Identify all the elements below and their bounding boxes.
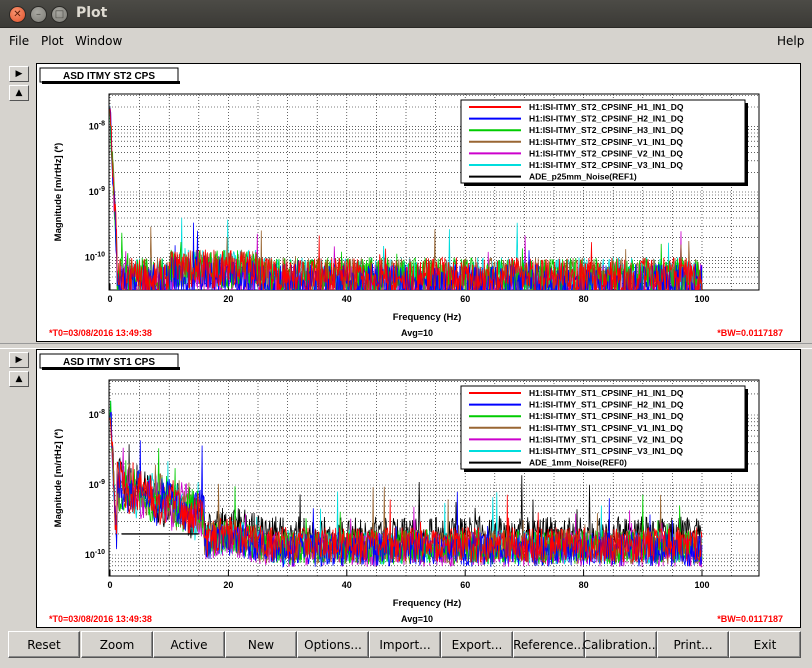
chart-st1-cps[interactable]: ASD ITMY ST1 CPS 0 20 40 60 80 100 10-8 10-9 10-1…	[37, 350, 800, 627]
x-tick-label: 0	[107, 294, 112, 304]
legend-entry: H1:ISI-ITMY_ST1_CPSINF_V2_IN1_DQ	[529, 434, 683, 444]
x-tick-label: 20	[223, 580, 233, 590]
calibration-button[interactable]: Calibration...	[583, 631, 659, 658]
footer-bw: *BW=0.0117187	[717, 328, 783, 338]
legend-entry: H1:ISI-ITMY_ST1_CPSINF_V3_IN1_DQ	[529, 446, 683, 456]
chart-st2-cps[interactable]: ASD ITMY ST2 CPS 0 20 40 60 80 100 10-8 10-9 10-1…	[37, 64, 800, 341]
triangle-right-icon: ▶	[15, 355, 23, 365]
panel2-expand-button[interactable]: ▶	[9, 352, 29, 368]
y-tick-label: 10-9	[89, 479, 105, 490]
footer-avg: Avg=10	[401, 328, 433, 338]
menu-plot[interactable]: Plot	[41, 34, 64, 48]
y-axis-label: Magnitude [m/rtHz] (*)	[53, 143, 64, 242]
legend-entry: ADE_1mm_Noise(REF0)	[529, 458, 627, 468]
minimize-icon[interactable]: –	[30, 6, 47, 23]
legend-entry: H1:ISI-ITMY_ST1_CPSINF_H2_IN1_DQ	[529, 400, 684, 410]
menu-file[interactable]: File	[9, 34, 29, 48]
triangle-up-icon: ▲	[15, 88, 23, 98]
chart-title: ASD ITMY ST2 CPS	[63, 71, 155, 82]
triangle-right-icon: ▶	[15, 69, 23, 79]
x-tick-label: 100	[694, 580, 709, 590]
x-tick-label: 0	[107, 580, 112, 590]
chart-title-box: ASD ITMY ST2 CPS	[39, 67, 180, 84]
legend-entry: H1:ISI-ITMY_ST2_CPSINF_V1_IN1_DQ	[529, 137, 683, 147]
y-tick-label: 10-10	[85, 549, 105, 560]
legend-entry: H1:ISI-ITMY_ST2_CPSINF_H1_IN1_DQ	[529, 102, 684, 112]
x-tick-label: 80	[579, 580, 589, 590]
x-axis-label: Frequency (Hz)	[393, 598, 462, 609]
menu-bar: File Plot Window Help	[0, 29, 812, 53]
x-tick-label: 40	[342, 294, 352, 304]
x-tick-label: 60	[460, 294, 470, 304]
button-bar: Reset Zoom Active New Options... Import.…	[0, 629, 812, 668]
print-button[interactable]: Print...	[657, 631, 729, 658]
legend: H1:ISI-ITMY_ST1_CPSINF_H1_IN1_DQ H1:ISI-I…	[460, 385, 748, 472]
reset-button[interactable]: Reset	[8, 631, 80, 658]
title-bar: ✕ – □ Plot	[0, 0, 812, 28]
x-axis-label: Frequency (Hz)	[393, 312, 462, 323]
x-tick-label: 60	[460, 580, 470, 590]
y-tick-label: 10-8	[89, 121, 105, 132]
chart-title: ASD ITMY ST1 CPS	[63, 357, 155, 368]
y-axis-label: Magnitude [m/rtHz] (*)	[53, 429, 64, 528]
export-button[interactable]: Export...	[441, 631, 513, 658]
legend-entry: H1:ISI-ITMY_ST1_CPSINF_V1_IN1_DQ	[529, 423, 683, 433]
panel1-collapse-button[interactable]: ▲	[9, 85, 29, 101]
legend-entry: H1:ISI-ITMY_ST1_CPSINF_H3_IN1_DQ	[529, 411, 684, 421]
import-button[interactable]: Import...	[369, 631, 441, 658]
exit-button[interactable]: Exit	[729, 631, 801, 658]
y-tick-label: 10-10	[85, 251, 105, 262]
panel1-expand-button[interactable]: ▶	[9, 66, 29, 82]
maximize-icon[interactable]: □	[51, 6, 68, 23]
x-tick-label: 40	[342, 580, 352, 590]
y-tick-label: 10-9	[89, 186, 105, 197]
new-button[interactable]: New	[225, 631, 297, 658]
menu-help[interactable]: Help	[777, 34, 804, 48]
plot-panel-2[interactable]: ASD ITMY ST1 CPS 0 20 40 60 80 100 10-8 10-9 10-1…	[36, 349, 801, 628]
footer-bw: *BW=0.0117187	[717, 614, 783, 624]
close-icon[interactable]: ✕	[9, 6, 26, 23]
y-tick-label: 10-8	[89, 409, 105, 420]
x-tick-label: 20	[223, 294, 233, 304]
footer-t0: *T0=03/08/2016 13:49:38	[49, 328, 152, 338]
options-button[interactable]: Options...	[297, 631, 369, 658]
plot-panel-1[interactable]: ASD ITMY ST2 CPS 0 20 40 60 80 100 10-8 10-9 10-1…	[36, 63, 801, 342]
window-title: Plot	[76, 5, 108, 21]
legend-entry: H1:ISI-ITMY_ST1_CPSINF_H1_IN1_DQ	[529, 388, 684, 398]
x-tick-label: 100	[694, 294, 709, 304]
legend-entry: H1:ISI-ITMY_ST2_CPSINF_H3_IN1_DQ	[529, 125, 684, 135]
zoom-button[interactable]: Zoom	[81, 631, 153, 658]
legend-entry: ADE_p25mm_Noise(REF1)	[529, 172, 637, 182]
active-button[interactable]: Active	[153, 631, 225, 658]
menu-window[interactable]: Window	[75, 34, 122, 48]
legend-entry: H1:ISI-ITMY_ST2_CPSINF_H2_IN1_DQ	[529, 114, 684, 124]
footer-t0: *T0=03/08/2016 13:49:38	[49, 614, 152, 624]
chart-title-box: ASD ITMY ST1 CPS	[39, 353, 180, 370]
x-tick-label: 80	[579, 294, 589, 304]
triangle-up-icon: ▲	[15, 374, 23, 384]
legend-entry: H1:ISI-ITMY_ST2_CPSINF_V2_IN1_DQ	[529, 148, 683, 158]
reference-button[interactable]: Reference...	[513, 631, 585, 658]
legend: H1:ISI-ITMY_ST2_CPSINF_H1_IN1_DQ H1:ISI-I…	[460, 99, 748, 186]
legend-entry: H1:ISI-ITMY_ST2_CPSINF_V3_IN1_DQ	[529, 160, 683, 170]
panel2-collapse-button[interactable]: ▲	[9, 371, 29, 387]
footer-avg: Avg=10	[401, 614, 433, 624]
